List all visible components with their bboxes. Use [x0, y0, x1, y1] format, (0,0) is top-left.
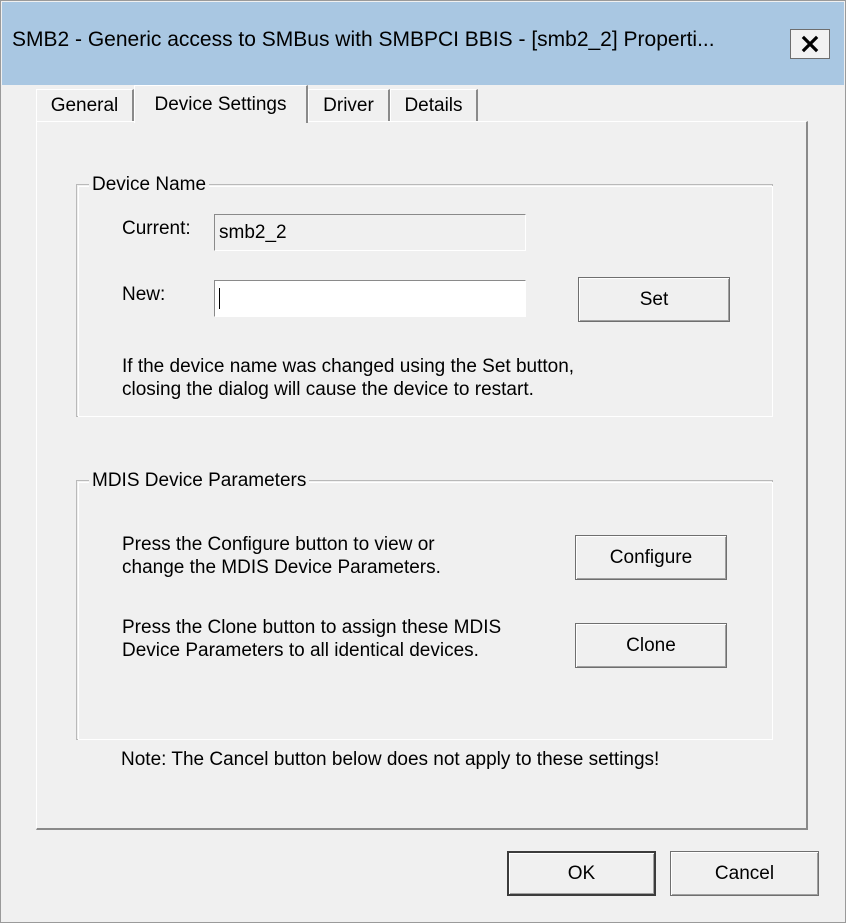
clone-description-line2: Device Parameters to all identical devic… [122, 640, 479, 661]
clone-button-label: Clone [626, 634, 676, 656]
set-button[interactable]: Set [578, 277, 730, 322]
close-icon [801, 35, 819, 53]
ok-button[interactable]: OK [507, 851, 656, 896]
configure-description: Press the Configure button to view or ch… [122, 533, 441, 579]
tab-details-label: Details [404, 94, 463, 116]
clone-description: Press the Clone button to assign these M… [122, 616, 501, 662]
dialog-client-area: General Device Settings Driver Details D… [2, 85, 844, 922]
set-button-label: Set [639, 288, 669, 310]
mdis-parameters-legend: MDIS Device Parameters [89, 470, 310, 492]
tab-device-settings-label: Device Settings [154, 93, 287, 115]
current-name-value: smb2_2 [219, 221, 287, 243]
window-title: SMB2 - Generic access to SMBus with SMBP… [12, 28, 715, 51]
cancel-button-label: Cancel [714, 862, 775, 884]
configure-button[interactable]: Configure [575, 535, 727, 580]
device-settings-panel: Device Name Current: smb2_2 New: Set If … [36, 121, 808, 830]
restart-note: If the device name was changed using the… [122, 355, 574, 401]
configure-button-label: Configure [609, 546, 693, 568]
current-name-field: smb2_2 [214, 214, 526, 251]
cancel-button[interactable]: Cancel [670, 851, 819, 896]
cancel-note: Note: The Cancel button below does not a… [121, 749, 660, 770]
restart-note-line1: If the device name was changed using the… [122, 356, 575, 377]
restart-note-line2: closing the dialog will cause the device… [122, 379, 534, 400]
tab-device-settings[interactable]: Device Settings [134, 85, 308, 123]
mdis-parameters-group [76, 480, 773, 740]
tab-details[interactable]: Details [390, 89, 478, 121]
close-button[interactable] [790, 29, 830, 59]
configure-description-line1: Press the Configure button to view or [122, 534, 435, 555]
properties-dialog: SMB2 - Generic access to SMBus with SMBP… [0, 0, 846, 923]
configure-description-line2: change the MDIS Device Parameters. [122, 557, 441, 578]
tab-driver-label: Driver [323, 94, 374, 116]
tab-general-label: General [50, 94, 119, 116]
device-name-legend: Device Name [89, 174, 210, 196]
clone-button[interactable]: Clone [575, 623, 727, 668]
ok-button-label: OK [567, 862, 596, 884]
new-name-input[interactable] [214, 280, 526, 317]
tab-driver[interactable]: Driver [308, 89, 390, 121]
title-bar[interactable]: SMB2 - Generic access to SMBus with SMBP… [2, 2, 844, 85]
current-label: Current: [122, 218, 191, 239]
tab-general[interactable]: General [36, 89, 134, 121]
clone-description-line1: Press the Clone button to assign these M… [122, 617, 502, 638]
text-caret [219, 288, 220, 309]
new-label: New: [122, 284, 166, 305]
